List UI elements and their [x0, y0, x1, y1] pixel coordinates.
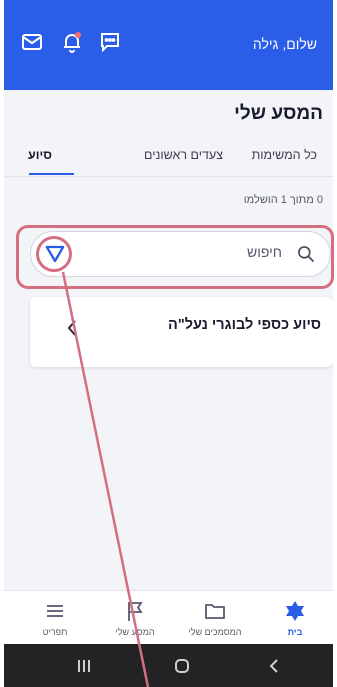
system-nav-bar	[4, 644, 333, 687]
star-of-david-icon	[286, 601, 304, 621]
nav-label-home: בית	[287, 627, 303, 637]
chat-icon[interactable]	[98, 30, 122, 54]
active-tab-indicator	[29, 173, 74, 175]
search-bar	[30, 231, 331, 277]
tab-divider	[4, 176, 333, 177]
task-card[interactable]: סיוע כספי לבוגרי נעל"ה	[30, 297, 333, 367]
filter-icon[interactable]	[41, 240, 69, 268]
top-bar: שלום, גילה	[4, 0, 333, 90]
nav-label-documents: המסמכים שלי	[188, 627, 242, 637]
page-title: המסע שלי	[234, 103, 323, 124]
notification-bell-icon[interactable]	[60, 30, 84, 54]
task-title: סיוע כספי לבוגרי נעל"ה	[168, 317, 321, 333]
search-input[interactable]	[120, 243, 284, 261]
recent-apps-icon[interactable]	[72, 654, 96, 678]
nav-item-home[interactable]: בית	[260, 591, 330, 645]
back-icon[interactable]	[262, 654, 286, 678]
search-icon	[298, 246, 315, 263]
tab-all-tasks[interactable]: כל המשימות	[252, 148, 317, 162]
progress-text: 0 מתוך 1 הושלמו	[243, 194, 323, 206]
chevron-left-icon	[67, 320, 76, 336]
tab-assistance[interactable]: סיוע	[28, 148, 52, 162]
nav-item-menu[interactable]: תפריט	[20, 591, 90, 645]
nav-item-documents[interactable]: המסמכים שלי	[180, 591, 250, 645]
folder-icon	[205, 604, 225, 619]
nav-label-journey: המסע שלי	[115, 627, 155, 637]
tab-first-steps[interactable]: צעדים ראשונים	[144, 148, 223, 162]
flag-icon	[128, 602, 143, 621]
nav-item-journey[interactable]: המסע שלי	[100, 591, 170, 645]
home-button-icon[interactable]	[170, 654, 194, 678]
greeting-text: שלום, גילה	[252, 36, 317, 52]
bottom-nav: בית המסמכים שלי המסע שלי תפריט	[4, 590, 333, 645]
nav-label-menu: תפריט	[42, 627, 68, 637]
mail-icon[interactable]	[20, 30, 44, 54]
app-screen: שלום, גילה המסע שלי כל המשימות צעדים ראש…	[4, 0, 333, 687]
menu-icon	[47, 605, 63, 617]
